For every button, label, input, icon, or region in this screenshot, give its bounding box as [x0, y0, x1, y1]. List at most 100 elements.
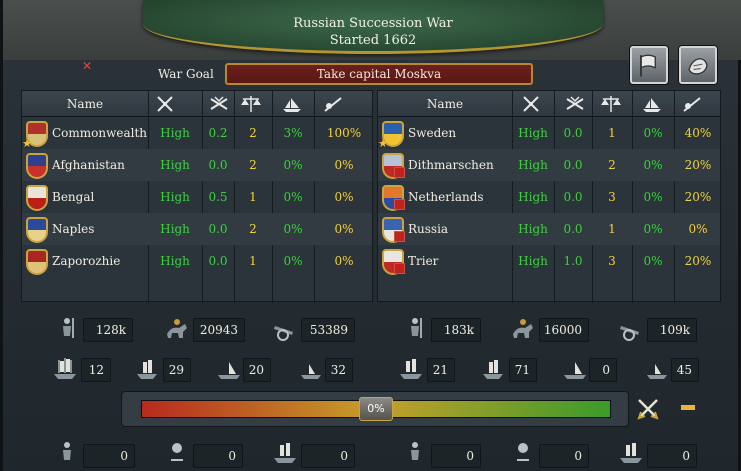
- war-exhaustion-cell: 0.0: [563, 190, 583, 204]
- war-exhaustion-icon: [518, 94, 544, 114]
- attacker-galleys: 20: [243, 358, 271, 382]
- participation-cell: 0%: [334, 158, 354, 172]
- light-ship-icon: [479, 356, 507, 382]
- war-goal-value[interactable]: Take capital Moskva: [225, 63, 533, 85]
- war-exhaustion-icon: [152, 94, 178, 114]
- participant-row[interactable]: Zaporozhie High 0.0 1 0% 0%: [22, 245, 372, 277]
- infantry-icon: [53, 316, 81, 342]
- transport-icon: [643, 356, 671, 382]
- war-enthusiasm-cell: High: [160, 254, 190, 268]
- cavalry-icon: [509, 316, 537, 342]
- close-icon[interactable]: ✕: [81, 60, 93, 72]
- war-exhaustion-cell: 0.0: [563, 126, 583, 140]
- light-ship-icon: [133, 356, 161, 382]
- participant-row[interactable]: ★ Commonwealth High 0.2 2 3% 100%: [22, 117, 372, 150]
- war-title-banner: Russian Succession War Started 1662: [143, 0, 603, 54]
- country-flag-icon[interactable]: [26, 249, 48, 275]
- country-name: Sweden: [408, 126, 457, 140]
- naval-share-cell: 0%: [283, 222, 303, 236]
- defender-cavalry: 16000: [539, 318, 589, 342]
- naval-losses-icon: [639, 94, 665, 114]
- allied-count-cell: 1: [249, 190, 257, 204]
- attacker-cavalry: 20943: [193, 318, 245, 342]
- header-name: Name: [426, 97, 464, 111]
- naval-share-cell: 0%: [643, 158, 663, 172]
- war-exhaustion-cell: 0.0: [563, 222, 583, 236]
- war-goal-label: War Goal: [158, 67, 214, 81]
- country-name: Afghanistan: [52, 158, 125, 172]
- war-title: Russian Succession War: [293, 16, 453, 31]
- war-exhaustion-cell: 1.0: [563, 254, 583, 268]
- defender-ship-losses: 0: [647, 444, 697, 468]
- war-enthusiasm-cell: High: [518, 126, 548, 140]
- participant-row[interactable]: Afghanistan High 0.0 2 0% 0%: [22, 149, 372, 181]
- naval-share-cell: 0%: [283, 158, 303, 172]
- participant-row[interactable]: ★ Sweden High 0.0 1 0% 40%: [378, 117, 720, 150]
- galley-icon: [215, 356, 243, 382]
- country-flag-icon[interactable]: [26, 153, 48, 179]
- naval-share-cell: 0%: [283, 190, 303, 204]
- attrition-icon: [163, 440, 191, 466]
- allied-count-cell: 2: [608, 158, 616, 172]
- participant-row[interactable]: Russia High 0.0 1 0% 0%: [378, 213, 720, 245]
- allied-count-cell: 3: [608, 190, 616, 204]
- participation-icon: [321, 94, 347, 114]
- war-exhaustion-cell: 0.0: [208, 158, 228, 172]
- participation-cell: 0%: [334, 222, 354, 236]
- war-enthusiasm-cell: High: [518, 158, 548, 172]
- infantry-icon: [401, 316, 429, 342]
- attacker-transports: 32: [325, 358, 353, 382]
- subject-badge-icon: [394, 231, 405, 242]
- defender-attrition: 0: [539, 444, 589, 468]
- defender-infantry: 183k: [431, 318, 481, 342]
- participant-row[interactable]: Dithmarschen High 0.0 2 0% 20%: [378, 149, 720, 181]
- naval-share-cell: 0%: [643, 254, 663, 268]
- defender-land-losses: 0: [431, 444, 481, 468]
- subject-badge-icon: [394, 167, 405, 178]
- war-score-contribution-icon: [562, 94, 588, 114]
- participant-row[interactable]: Trier High 1.0 3 0% 20%: [378, 245, 720, 277]
- defender-light-ships: 71: [509, 358, 537, 382]
- participation-cell: 40%: [684, 126, 712, 140]
- attrition-icon: [509, 440, 537, 466]
- attackers-header: Name: [22, 91, 372, 117]
- attacker-infantry: 128k: [83, 318, 133, 342]
- collapse-icon[interactable]: [681, 405, 695, 410]
- participation-cell: 100%: [326, 126, 362, 140]
- allied-count-cell: 1: [608, 126, 616, 140]
- attacker-attrition: 0: [193, 444, 243, 468]
- warscore-value: 0%: [359, 397, 393, 421]
- war-enthusiasm-cell: High: [518, 222, 548, 236]
- country-name: Netherlands: [408, 190, 484, 204]
- participation-cell: 0%: [688, 222, 708, 236]
- war-score-contribution-icon: [206, 94, 232, 114]
- ship-losses-icon: [271, 440, 299, 466]
- heavy-ship-icon: [397, 356, 425, 382]
- defender-galleys: 0: [589, 358, 617, 382]
- peace-offer-button[interactable]: [679, 46, 717, 84]
- country-flag-icon[interactable]: [26, 217, 48, 243]
- attacker-ship-losses: 0: [301, 444, 355, 468]
- country-name: Zaporozhie: [52, 254, 121, 268]
- participant-row[interactable]: Naples High 0.0 2 0% 0%: [22, 213, 372, 245]
- defender-transports: 45: [671, 358, 699, 382]
- war-enthusiasm-cell: High: [160, 126, 190, 140]
- allied-count-cell: 2: [249, 222, 257, 236]
- country-name: Russia: [408, 222, 449, 236]
- war-enthusiasm-cell: High: [518, 254, 548, 268]
- white-peace-icon: [640, 54, 656, 77]
- country-flag-icon[interactable]: [26, 185, 48, 211]
- war-enthusiasm-cell: High: [160, 158, 190, 172]
- white-peace-button[interactable]: [630, 46, 668, 84]
- country-name: Naples: [52, 222, 95, 236]
- balance-icon: [238, 94, 264, 114]
- war-exhaustion-cell: 0.0: [208, 254, 228, 268]
- attacker-artillery: 53389: [301, 318, 355, 342]
- heavy-ship-icon: [51, 356, 79, 382]
- participant-row[interactable]: Bengal High 0.5 1 0% 0%: [22, 181, 372, 213]
- participation-cell: 0%: [334, 254, 354, 268]
- swords-icon: [637, 399, 659, 420]
- participant-row[interactable]: Netherlands High 0.0 3 0% 20%: [378, 181, 720, 213]
- balance-icon: [598, 94, 624, 114]
- peace-offer-icon: [688, 58, 708, 75]
